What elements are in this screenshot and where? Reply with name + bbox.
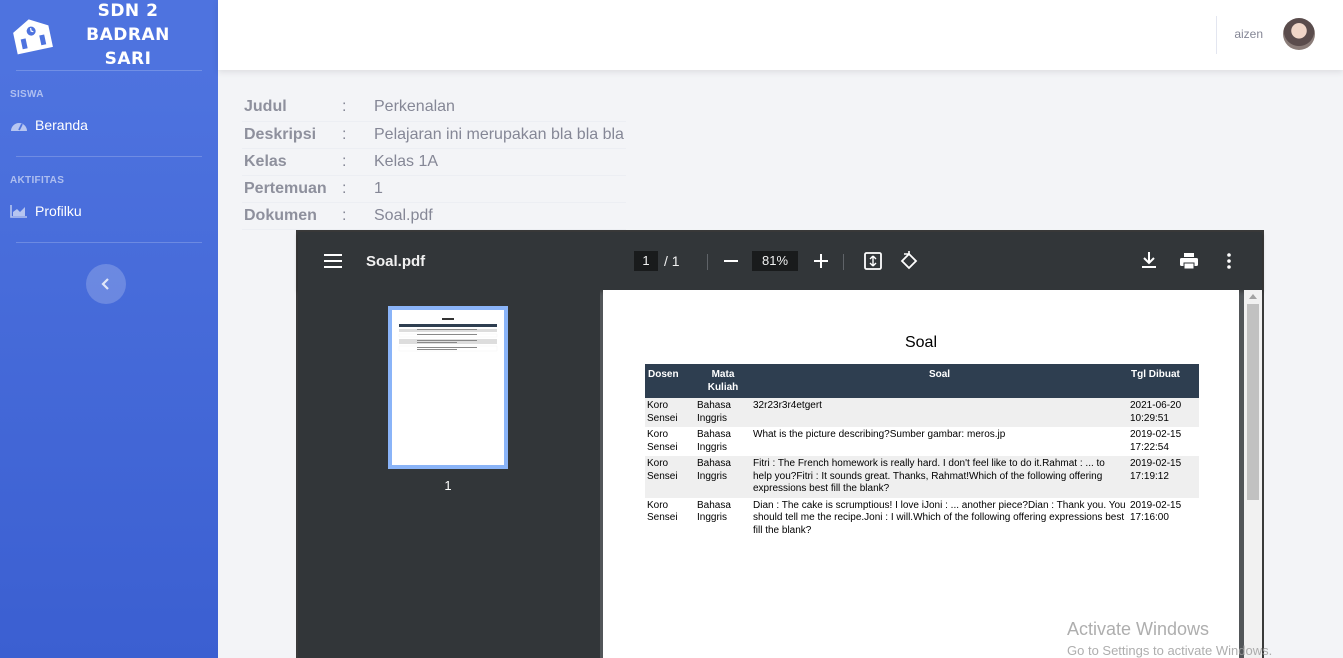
thumbnail-page-number: 1 <box>444 478 452 493</box>
sidebar-heading-siswa: SISWA <box>10 89 44 100</box>
topbar-divider <box>1216 16 1217 54</box>
info-key: Deskripsi <box>242 121 340 149</box>
table-header-row: Dosen Mata Kuliah Soal Tgl Dibuat <box>645 364 1199 398</box>
column-header-tgl-dibuat: Tgl Dibuat <box>1128 364 1199 398</box>
pdf-thumbnail-panel: 1 <box>298 290 600 658</box>
table-row: Koro Sensei Bahasa Inggris Fitri : The F… <box>645 456 1199 498</box>
info-separator: : <box>340 148 372 176</box>
cell-mata-kuliah: Bahasa Inggris <box>695 456 751 498</box>
cell-mata-kuliah: Bahasa Inggris <box>695 398 751 427</box>
info-key: Pertemuan <box>242 175 340 203</box>
info-row-dokumen: Dokumen : Soal.pdf <box>242 202 626 230</box>
pdf-scrollbar[interactable] <box>1244 290 1262 658</box>
info-key: Kelas <box>242 148 340 176</box>
column-header-soal: Soal <box>751 364 1128 398</box>
tachometer-icon <box>11 123 27 131</box>
info-separator: : <box>340 121 372 149</box>
info-value: 1 <box>372 175 626 203</box>
cell-soal: 32r23r3r4etgert <box>751 398 1128 427</box>
more-options-icon[interactable] <box>1227 253 1231 269</box>
toolbar-divider <box>843 254 844 270</box>
pdf-toolbar: Soal.pdf 1 / 1 81% <box>298 232 1262 290</box>
info-value: Soal.pdf <box>372 202 626 230</box>
info-key: Judul <box>242 94 340 122</box>
info-row-pertemuan: Pertemuan : 1 <box>242 175 626 203</box>
sidebar-item-profilku[interactable]: Profilku <box>0 192 218 230</box>
info-row-judul: Judul : Perkenalan <box>242 94 626 122</box>
menu-icon[interactable] <box>324 254 342 268</box>
document-title: Soal <box>904 334 938 351</box>
download-icon[interactable] <box>1142 252 1156 269</box>
toolbar-divider <box>707 254 708 270</box>
windows-activation-hint: Go to Settings to activate Windows. <box>1067 643 1273 658</box>
info-separator: : <box>340 94 372 122</box>
scrollbar-thumb[interactable] <box>1247 304 1259 500</box>
school-icon <box>13 19 53 55</box>
column-header-dosen: Dosen <box>645 364 695 398</box>
info-value: Perkenalan <box>372 94 626 122</box>
table-row: Koro Sensei Bahasa Inggris 32r23r3r4etge… <box>645 398 1199 427</box>
page-number-input[interactable]: 1 <box>634 251 658 271</box>
pdf-filename: Soal.pdf <box>366 253 426 270</box>
lesson-info-table: Judul : Perkenalan Deskripsi : Pelajaran… <box>242 94 626 230</box>
cell-mata-kuliah: Bahasa Inggris <box>697 499 731 524</box>
question-table: Dosen Mata Kuliah Soal Tgl Dibuat Koro S… <box>645 364 1199 539</box>
cell-dosen: Koro Sensei <box>645 456 695 498</box>
brand-name: SDN 2 BADRAN SARI <box>86 1 170 69</box>
chevron-left-icon <box>101 278 109 290</box>
zoom-level-input[interactable]: 81% <box>752 251 798 271</box>
page-thumbnail[interactable] <box>388 306 508 469</box>
thumbnail-preview <box>398 318 498 352</box>
cell-dosen: Koro Sensei <box>647 429 678 453</box>
pdf-viewer[interactable]: Soal.pdf 1 / 1 81% 1 Soal Dosen Mata Kul… <box>296 230 1264 658</box>
rotate-icon[interactable] <box>900 251 918 271</box>
sidebar-brand[interactable]: SDN 2 BADRAN SARI <box>0 0 218 70</box>
table-row: Koro Sensei Bahasa Inggris What is the p… <box>645 427 1199 456</box>
sidebar-item-label: Beranda <box>35 117 88 133</box>
chart-area-icon <box>10 205 27 218</box>
pdf-page: Soal Dosen Mata Kuliah Soal Tgl Dibuat K… <box>603 290 1239 658</box>
cell-tgl: 2019-02-15 17:22:54 <box>1130 429 1182 453</box>
user-name[interactable]: aizen <box>1234 27 1263 41</box>
info-separator: : <box>340 175 372 203</box>
cell-tgl: 2021-06-20 10:29:51 <box>1128 398 1199 427</box>
info-key: Dokumen <box>242 202 340 230</box>
info-separator: : <box>340 202 372 230</box>
column-header-mata-kuliah: Mata Kuliah <box>695 364 751 398</box>
zoom-out-icon[interactable] <box>724 260 738 262</box>
cell-mata-kuliah: Bahasa Inggris <box>697 429 731 453</box>
table-row: Koro Sensei Bahasa Inggris Dian : The ca… <box>645 498 1199 540</box>
cell-soal: Fitri : The French homework is really ha… <box>751 456 1128 498</box>
sidebar-heading-aktifitas: AKTIFITAS <box>10 175 65 186</box>
info-value: Kelas 1A <box>372 148 626 176</box>
print-icon[interactable] <box>1180 253 1198 269</box>
cell-dosen: Koro Sensei <box>645 398 695 427</box>
topbar: aizen <box>218 0 1343 70</box>
user-avatar[interactable] <box>1283 18 1315 50</box>
cell-tgl: 2019-02-15 17:19:12 <box>1128 456 1199 498</box>
cell-soal: What is the picture describing?Sumber ga… <box>753 429 1006 440</box>
cell-dosen: Koro Sensei <box>647 499 678 524</box>
sidebar-divider <box>16 242 202 243</box>
sidebar: SDN 2 BADRAN SARI SISWA Beranda AKTIFITA… <box>0 0 218 658</box>
sidebar-toggle-button[interactable] <box>86 264 126 304</box>
cell-soal: Dian : The cake is scrumptious! I love i… <box>753 499 1126 536</box>
windows-activation-watermark: Activate Windows <box>1067 619 1210 639</box>
info-row-kelas: Kelas : Kelas 1A <box>242 148 626 176</box>
fit-to-page-icon[interactable] <box>864 252 882 270</box>
info-row-deskripsi: Deskripsi : Pelajaran ini merupakan bla … <box>242 121 626 149</box>
cell-tgl: 2019-02-15 17:16:00 <box>1130 499 1182 524</box>
sidebar-item-label: Profilku <box>35 203 82 219</box>
zoom-in-icon[interactable] <box>814 254 828 268</box>
page-total: / 1 <box>664 253 680 269</box>
info-value: Pelajaran ini merupakan bla bla bla <box>372 121 626 149</box>
scroll-up-arrow-icon[interactable] <box>1249 293 1257 299</box>
sidebar-item-beranda[interactable]: Beranda <box>0 106 218 144</box>
